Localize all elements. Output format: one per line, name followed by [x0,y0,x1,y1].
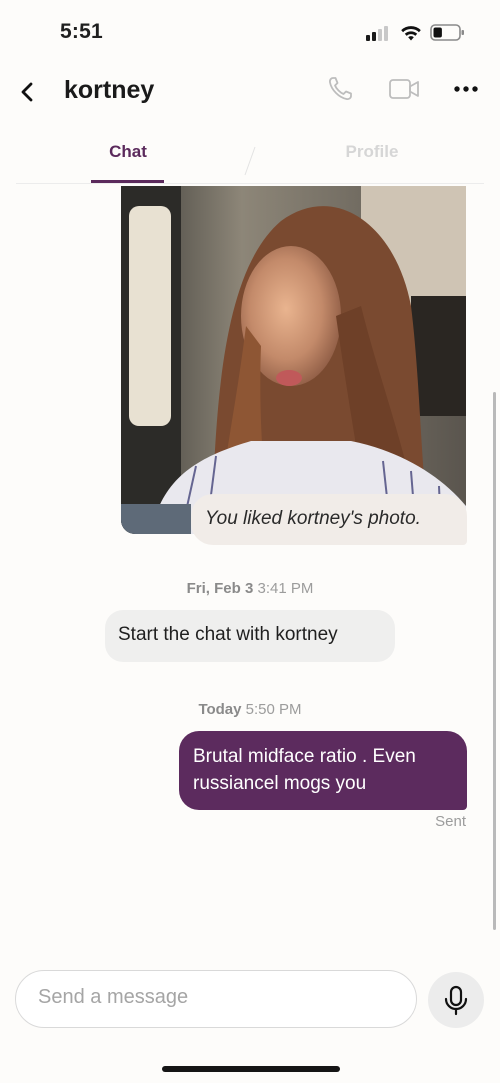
wifi-icon [401,26,421,41]
message-input[interactable] [36,985,400,1010]
timestamp-time: 3:41 PM [257,580,314,597]
microphone-icon [444,985,468,1016]
tab-chat[interactable]: Chat [92,142,164,162]
timestamp-day: Fri, Feb 3 [186,580,254,597]
cellular-signal-icon [366,25,392,41]
home-indicator [162,1066,340,1072]
scrollbar[interactable] [493,392,496,930]
status-time: 5:51 [60,20,103,43]
message-line: Brutal midface ratio . Even [193,746,416,767]
microphone-button[interactable] [428,972,484,1028]
timestamp-today: Today 5:50 PM [0,701,500,718]
timestamp-fri: Fri, Feb 3 3:41 PM [0,580,500,597]
start-chat-message: Start the chat with kortney [105,610,395,662]
outgoing-message[interactable]: Brutal midface ratio . Even russiancel m… [179,731,467,810]
battery-icon [430,24,464,41]
phone-icon[interactable] [326,75,354,103]
message-line: russiancel mogs you [193,773,367,794]
timestamp-time: 5:50 PM [245,701,302,718]
message-composer[interactable] [15,970,417,1028]
more-icon[interactable] [452,78,480,100]
photo-like-message: You liked kortney's photo. [191,494,467,545]
liked-photo[interactable] [121,186,466,534]
sent-status: Sent [435,813,466,830]
contact-name[interactable]: kortney [64,76,154,105]
chevron-left-icon[interactable] [16,80,40,104]
tab-divider [244,146,256,176]
tabs-divider-line [16,183,484,184]
video-camera-icon[interactable] [388,76,420,102]
timestamp-day: Today [198,701,242,718]
tab-profile[interactable]: Profile [336,142,408,162]
